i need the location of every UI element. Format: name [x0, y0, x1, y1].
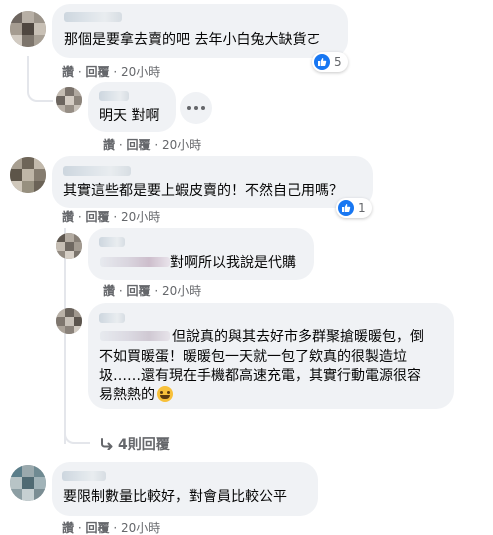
reply-button[interactable]: 回覆 — [86, 210, 110, 224]
avatar[interactable] — [10, 157, 46, 193]
like-icon — [314, 54, 330, 70]
like-button[interactable]: 讚 — [62, 521, 74, 535]
author-name[interactable] — [99, 313, 125, 323]
thread-line — [27, 56, 53, 102]
reply-text: 明天 對啊 — [99, 108, 160, 124]
like-button[interactable]: 讚 — [62, 65, 74, 79]
reaction-count: 1 — [358, 201, 366, 215]
timestamp[interactable]: 20小時 — [121, 521, 160, 535]
avatar[interactable] — [56, 87, 82, 113]
reply-button[interactable]: 回覆 — [127, 284, 151, 298]
avatar[interactable] — [56, 233, 82, 259]
thread-line — [64, 244, 66, 444]
avatar[interactable] — [10, 465, 46, 501]
reply-text: 對啊所以我說是代購 — [170, 255, 296, 271]
timestamp[interactable]: 20小時 — [121, 210, 160, 224]
more-dots-icon — [187, 106, 191, 110]
comment-text: 那個是要拿去賣的吧 去年小白兔大缺貨ㄛ — [64, 32, 321, 48]
reply-button[interactable]: 回覆 — [127, 138, 151, 152]
reply-button[interactable]: 回覆 — [86, 65, 110, 79]
reply-text-last: 易熱熱的 — [99, 384, 173, 406]
like-button[interactable]: 讚 — [103, 138, 115, 152]
reaction-summary[interactable]: 5 — [312, 52, 348, 72]
reaction-summary[interactable]: 1 — [336, 198, 372, 218]
timestamp[interactable]: 20小時 — [162, 284, 201, 298]
author-name[interactable] — [62, 471, 106, 481]
reaction-count: 5 — [334, 55, 342, 69]
reply-actions: 讚 · 回覆 · 20小時 — [103, 138, 202, 152]
comment-actions: 讚 · 回覆 · 20小時 — [62, 521, 161, 535]
grinning-sweat-emoji — [157, 386, 173, 402]
author-name-tag[interactable] — [100, 331, 170, 341]
author-name[interactable] — [99, 91, 129, 101]
author-name[interactable] — [99, 237, 125, 247]
comment-actions: 讚 · 回覆 · 20小時 — [62, 65, 161, 79]
comment-text: 要限制數量比較好，對會員比較公平 — [63, 489, 287, 505]
timestamp[interactable]: 20小時 — [121, 65, 160, 79]
avatar[interactable] — [56, 308, 82, 334]
avatar[interactable] — [10, 11, 46, 47]
more-options-button[interactable] — [180, 92, 212, 124]
comment-actions: 讚 · 回覆 · 20小時 — [62, 210, 161, 224]
reply-text-line: 但說真的與其去好市多群聚搶暖暖包，倒 — [172, 329, 424, 345]
view-more-replies-link[interactable]: 4則回覆 — [100, 434, 170, 454]
reply-button[interactable]: 回覆 — [86, 521, 110, 535]
author-name[interactable] — [63, 166, 131, 176]
view-more-replies-label: 4則回覆 — [118, 437, 170, 453]
like-button[interactable]: 讚 — [103, 284, 115, 298]
reply-actions: 讚 · 回覆 · 20小時 — [103, 284, 202, 298]
reply-arrow-icon — [101, 438, 113, 451]
reply-text-line: 易熱熱的 — [99, 387, 155, 403]
comment-text: 其實這些都是要上蝦皮賣的！不然自己用嗎？ — [63, 183, 343, 199]
thread-line — [64, 420, 90, 444]
author-name[interactable] — [64, 12, 122, 22]
timestamp[interactable]: 20小時 — [162, 138, 201, 152]
like-button[interactable]: 讚 — [62, 210, 74, 224]
like-icon — [338, 200, 354, 216]
author-name-tag[interactable] — [100, 257, 170, 267]
